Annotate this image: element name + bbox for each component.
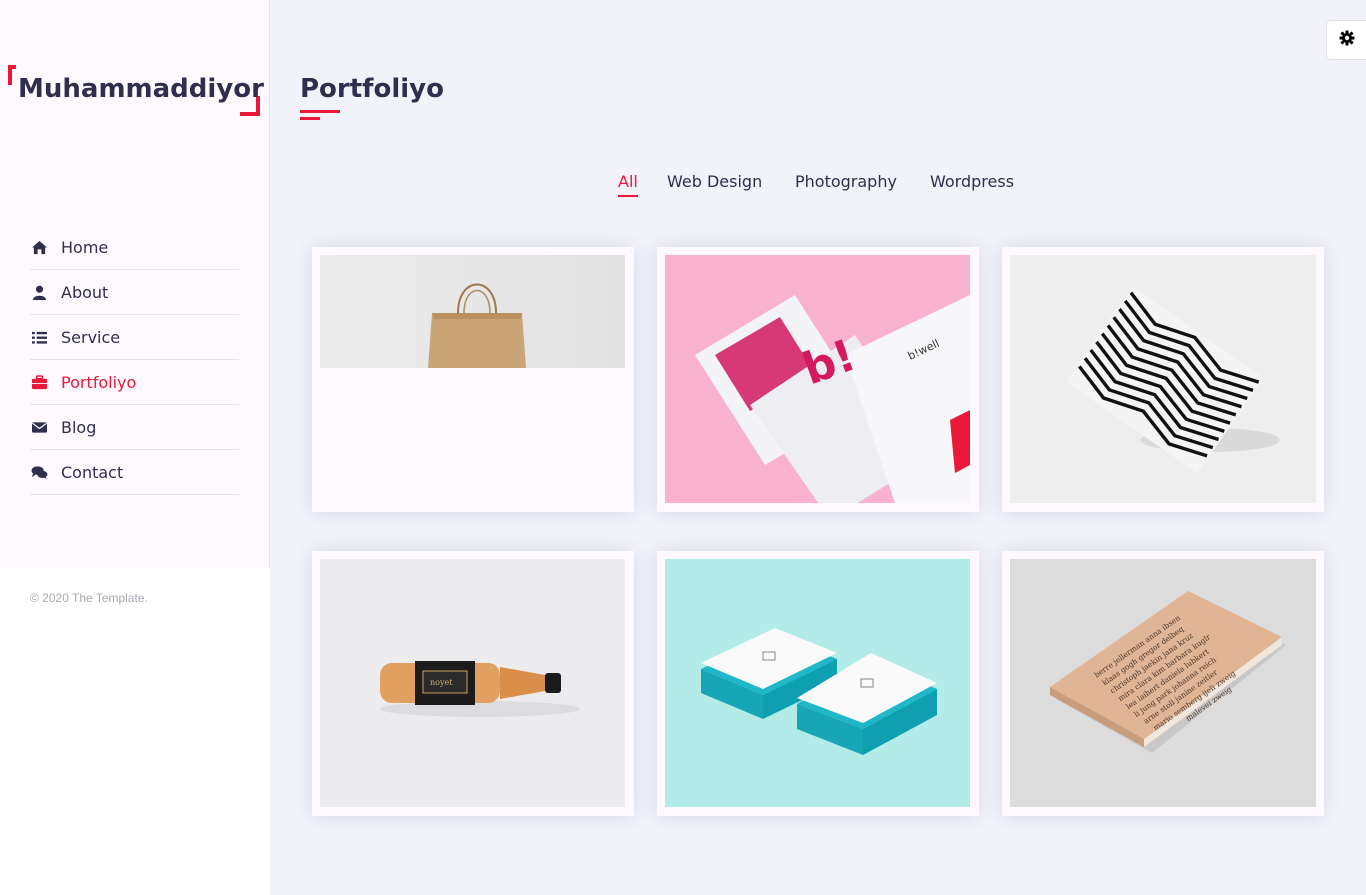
svg-text:noyet: noyet: [430, 678, 453, 687]
logo-corner-decoration: [8, 65, 16, 85]
filter-web-design[interactable]: Web Design: [667, 172, 762, 191]
nav-item-label: Blog: [61, 417, 97, 437]
paper-shopping-bag-image: [320, 255, 625, 368]
main-nav: Home About Service Portfoliyo Blog Conta…: [30, 225, 239, 495]
home-icon: [30, 239, 48, 255]
filter-photography[interactable]: Photography: [795, 172, 897, 191]
portfolio-item[interactable]: b! b!well: [657, 247, 979, 512]
nav-item-blog[interactable]: Blog: [30, 405, 239, 450]
gear-icon: [1339, 30, 1355, 50]
nav-item-label: Contact: [61, 462, 124, 482]
filter-wordpress[interactable]: Wordpress: [930, 172, 1014, 191]
site-logo[interactable]: Muhammaddiyor: [18, 74, 264, 104]
briefcase-icon: [30, 374, 48, 390]
user-icon: [30, 284, 48, 300]
copyright-text: © 2020 The Template.: [30, 591, 148, 605]
nav-item-label: About: [61, 282, 109, 302]
portfolio-item[interactable]: berre jellerman anna ibsen klaas gogh gr…: [1002, 551, 1324, 816]
nav-item-label: Service: [61, 327, 121, 347]
title-underline: [300, 117, 320, 120]
pink-branding-cards-image: b! b!well: [665, 255, 970, 503]
comments-icon: [30, 464, 48, 480]
nav-item-label: Portfoliyo: [61, 372, 137, 392]
portfolio-item[interactable]: noyet: [312, 551, 634, 816]
nav-item-home[interactable]: Home: [30, 225, 239, 270]
title-underline: [300, 110, 340, 113]
filter-all[interactable]: All: [618, 172, 638, 197]
sidebar: Muhammaddiyor Home About Service Portfol…: [0, 0, 270, 895]
portfolio-item[interactable]: [312, 247, 634, 512]
nav-item-contact[interactable]: Contact: [30, 450, 239, 495]
portfolio-item[interactable]: [657, 551, 979, 816]
zigzag-pattern-paper-image: [1010, 255, 1316, 503]
nav-item-portfoliyo[interactable]: Portfoliyo: [30, 360, 239, 405]
list-icon: [30, 329, 48, 345]
nav-item-about[interactable]: About: [30, 270, 239, 315]
envelope-icon: [30, 419, 48, 435]
page-title: Portfoliyo: [300, 74, 444, 104]
style-switcher-toggle[interactable]: [1326, 20, 1366, 60]
nav-item-label: Home: [61, 237, 109, 257]
turquoise-business-cards-image: [665, 559, 970, 807]
amber-glass-bottle-image: noyet: [320, 559, 625, 807]
nav-item-service[interactable]: Service: [30, 315, 239, 360]
book-cover-typography-image: berre jellerman anna ibsen klaas gogh gr…: [1010, 559, 1316, 807]
portfolio-item[interactable]: [1002, 247, 1324, 512]
sidebar-panel: Muhammaddiyor Home About Service Portfol…: [0, 0, 270, 568]
